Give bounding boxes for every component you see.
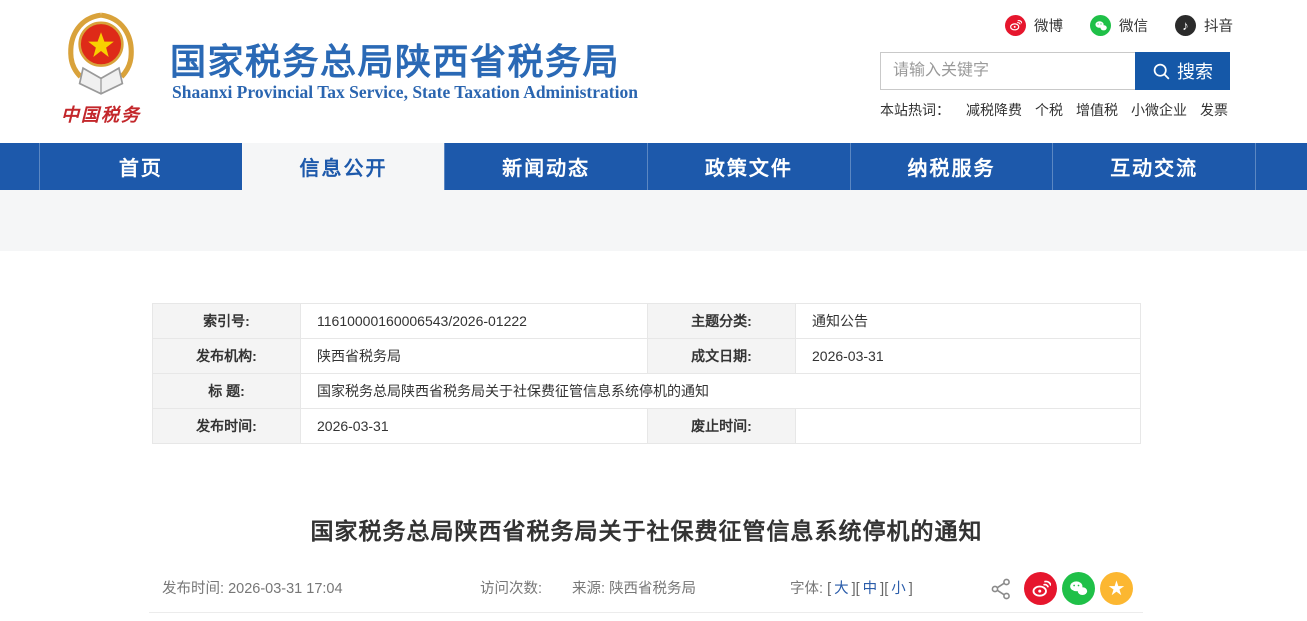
weibo-icon [1031, 579, 1051, 599]
hotword-link[interactable]: 个税 [1035, 100, 1063, 120]
nav-tab-label: 新闻动态 [502, 152, 590, 181]
article-meta: 发布时间: 2026-03-31 17:04 访问次数: 来源: 陕西省税务局 … [37, 571, 1256, 607]
issuing-agency-label: 发布机构: [153, 339, 301, 374]
search-icon [1152, 62, 1171, 81]
nav-tab-interaction[interactable]: 互动交流 [1052, 143, 1255, 190]
qzone-star-icon: ★ [1108, 576, 1126, 601]
wechat-label: 微信 [1119, 15, 1148, 36]
logo-caption: 中国税务 [50, 101, 152, 127]
nav-tab-label: 政策文件 [705, 152, 793, 181]
nav-tab-label: 首页 [119, 152, 163, 181]
content-divider [149, 612, 1143, 613]
index-number-label: 索引号: [153, 304, 301, 339]
font-size-medium-button[interactable]: 中 [860, 581, 881, 597]
douyin-label: 抖音 [1204, 15, 1233, 36]
nav-spacer [0, 143, 39, 190]
site-subtitle: Shaanxi Provincial Tax Service, State Ta… [172, 82, 638, 103]
nav-tab-home[interactable]: 首页 [39, 143, 242, 190]
publish-date-label: 发布时间: [153, 409, 301, 444]
written-date-value: 2026-03-31 [796, 339, 1141, 374]
meta-source-label: 来源: [572, 581, 605, 597]
share-icon[interactable] [989, 577, 1013, 601]
hotword-link[interactable]: 小微企业 [1131, 100, 1187, 120]
repeal-date-label: 废止时间: [648, 409, 796, 444]
wechat-icon [1090, 15, 1111, 36]
share-weibo-button[interactable] [1024, 572, 1057, 605]
social-links: 微博 微信 ♪ 抖音 [1005, 15, 1233, 36]
hotword-link[interactable]: 发票 [1200, 100, 1228, 120]
publish-date-value: 2026-03-31 [301, 409, 648, 444]
table-row: 标 题: 国家税务总局陕西省税务局关于社保费征管信息系统停机的通知 [153, 374, 1141, 409]
wechat-link[interactable]: 微信 [1090, 15, 1148, 36]
hotword-link[interactable]: 减税降费 [966, 100, 1022, 120]
search-input[interactable] [880, 52, 1135, 90]
share-qzone-button[interactable]: ★ [1100, 572, 1133, 605]
tax-emblem-logo[interactable] [58, 10, 144, 104]
meta-publish-time: 发布时间: 2026-03-31 17:04 [162, 571, 343, 607]
meta-source-value: 陕西省税务局 [609, 581, 696, 597]
font-size-large-button[interactable]: 大 [831, 581, 852, 597]
search-button-label: 搜索 [1177, 58, 1213, 84]
site-header: 中国税务 国家税务总局陕西省税务局 Shaanxi Provincial Tax… [0, 0, 1307, 143]
doc-title-value: 国家税务总局陕西省税务局关于社保费征管信息系统停机的通知 [301, 374, 1141, 409]
repeal-date-value [796, 409, 1141, 444]
meta-publish-label: 发布时间: [162, 581, 224, 597]
nav-tab-news[interactable]: 新闻动态 [444, 143, 647, 190]
font-size-small-button[interactable]: 小 [888, 581, 909, 597]
nav-tab-policy[interactable]: 政策文件 [647, 143, 850, 190]
nav-spacer [1255, 143, 1307, 190]
wechat-icon [1068, 578, 1089, 599]
index-number-value: 11610000160006543/2026-01222 [301, 304, 648, 339]
meta-publish-value: 2026-03-31 17:04 [228, 581, 343, 597]
issuing-agency-value: 陕西省税务局 [301, 339, 648, 374]
nav-tab-label: 信息公开 [300, 152, 388, 181]
nav-tab-label: 纳税服务 [908, 152, 996, 181]
font-size-control: 字体: [大][中][小] [790, 571, 913, 607]
nav-tab-label: 互动交流 [1110, 152, 1198, 181]
douyin-icon: ♪ [1175, 15, 1196, 36]
doc-title-label: 标 题: [153, 374, 301, 409]
search-button[interactable]: 搜索 [1135, 52, 1230, 90]
meta-visit-count: 访问次数: [480, 571, 542, 607]
weibo-icon [1005, 15, 1026, 36]
nav-tab-info-disclosure[interactable]: 信息公开 [242, 143, 445, 190]
written-date-label: 成文日期: [648, 339, 796, 374]
douyin-link[interactable]: ♪ 抖音 [1175, 15, 1233, 36]
share-strip: ★ [989, 572, 1133, 605]
article-title: 国家税务总局陕西省税务局关于社保费征管信息系统停机的通知 [37, 512, 1256, 546]
content-card: 索引号: 11610000160006543/2026-01222 主题分类: … [37, 251, 1256, 621]
share-wechat-button[interactable] [1062, 572, 1095, 605]
meta-source: 来源: 陕西省税务局 [572, 571, 696, 607]
main-nav: 首页 信息公开 新闻动态 政策文件 纳税服务 互动交流 [0, 143, 1307, 190]
hotwords-row: 本站热词： 减税降费 个税 增值税 小微企业 发票 [880, 100, 1241, 120]
table-row: 发布机构: 陕西省税务局 成文日期: 2026-03-31 [153, 339, 1141, 374]
hotwords-label: 本站热词： [880, 100, 950, 120]
topic-category-value: 通知公告 [796, 304, 1141, 339]
nav-tab-tax-service[interactable]: 纳税服务 [850, 143, 1053, 190]
search-bar: 搜索 [880, 52, 1230, 90]
site-title: 国家税务总局陕西省税务局 [170, 33, 620, 85]
breadcrumb-band: 首页 > 信息公开 > 政府信息公开 > 法定主动公开内容 > 通知公告 [0, 190, 1307, 251]
document-info-table: 索引号: 11610000160006543/2026-01222 主题分类: … [152, 303, 1141, 444]
table-row: 发布时间: 2026-03-31 废止时间: [153, 409, 1141, 444]
font-size-label: 字体: [790, 581, 823, 597]
weibo-label: 微博 [1034, 15, 1063, 36]
bracket: ] [909, 581, 913, 597]
weibo-link[interactable]: 微博 [1005, 15, 1063, 36]
topic-category-label: 主题分类: [648, 304, 796, 339]
meta-visits-label: 访问次数: [480, 581, 542, 597]
table-row: 索引号: 11610000160006543/2026-01222 主题分类: … [153, 304, 1141, 339]
hotword-link[interactable]: 增值税 [1076, 100, 1118, 120]
